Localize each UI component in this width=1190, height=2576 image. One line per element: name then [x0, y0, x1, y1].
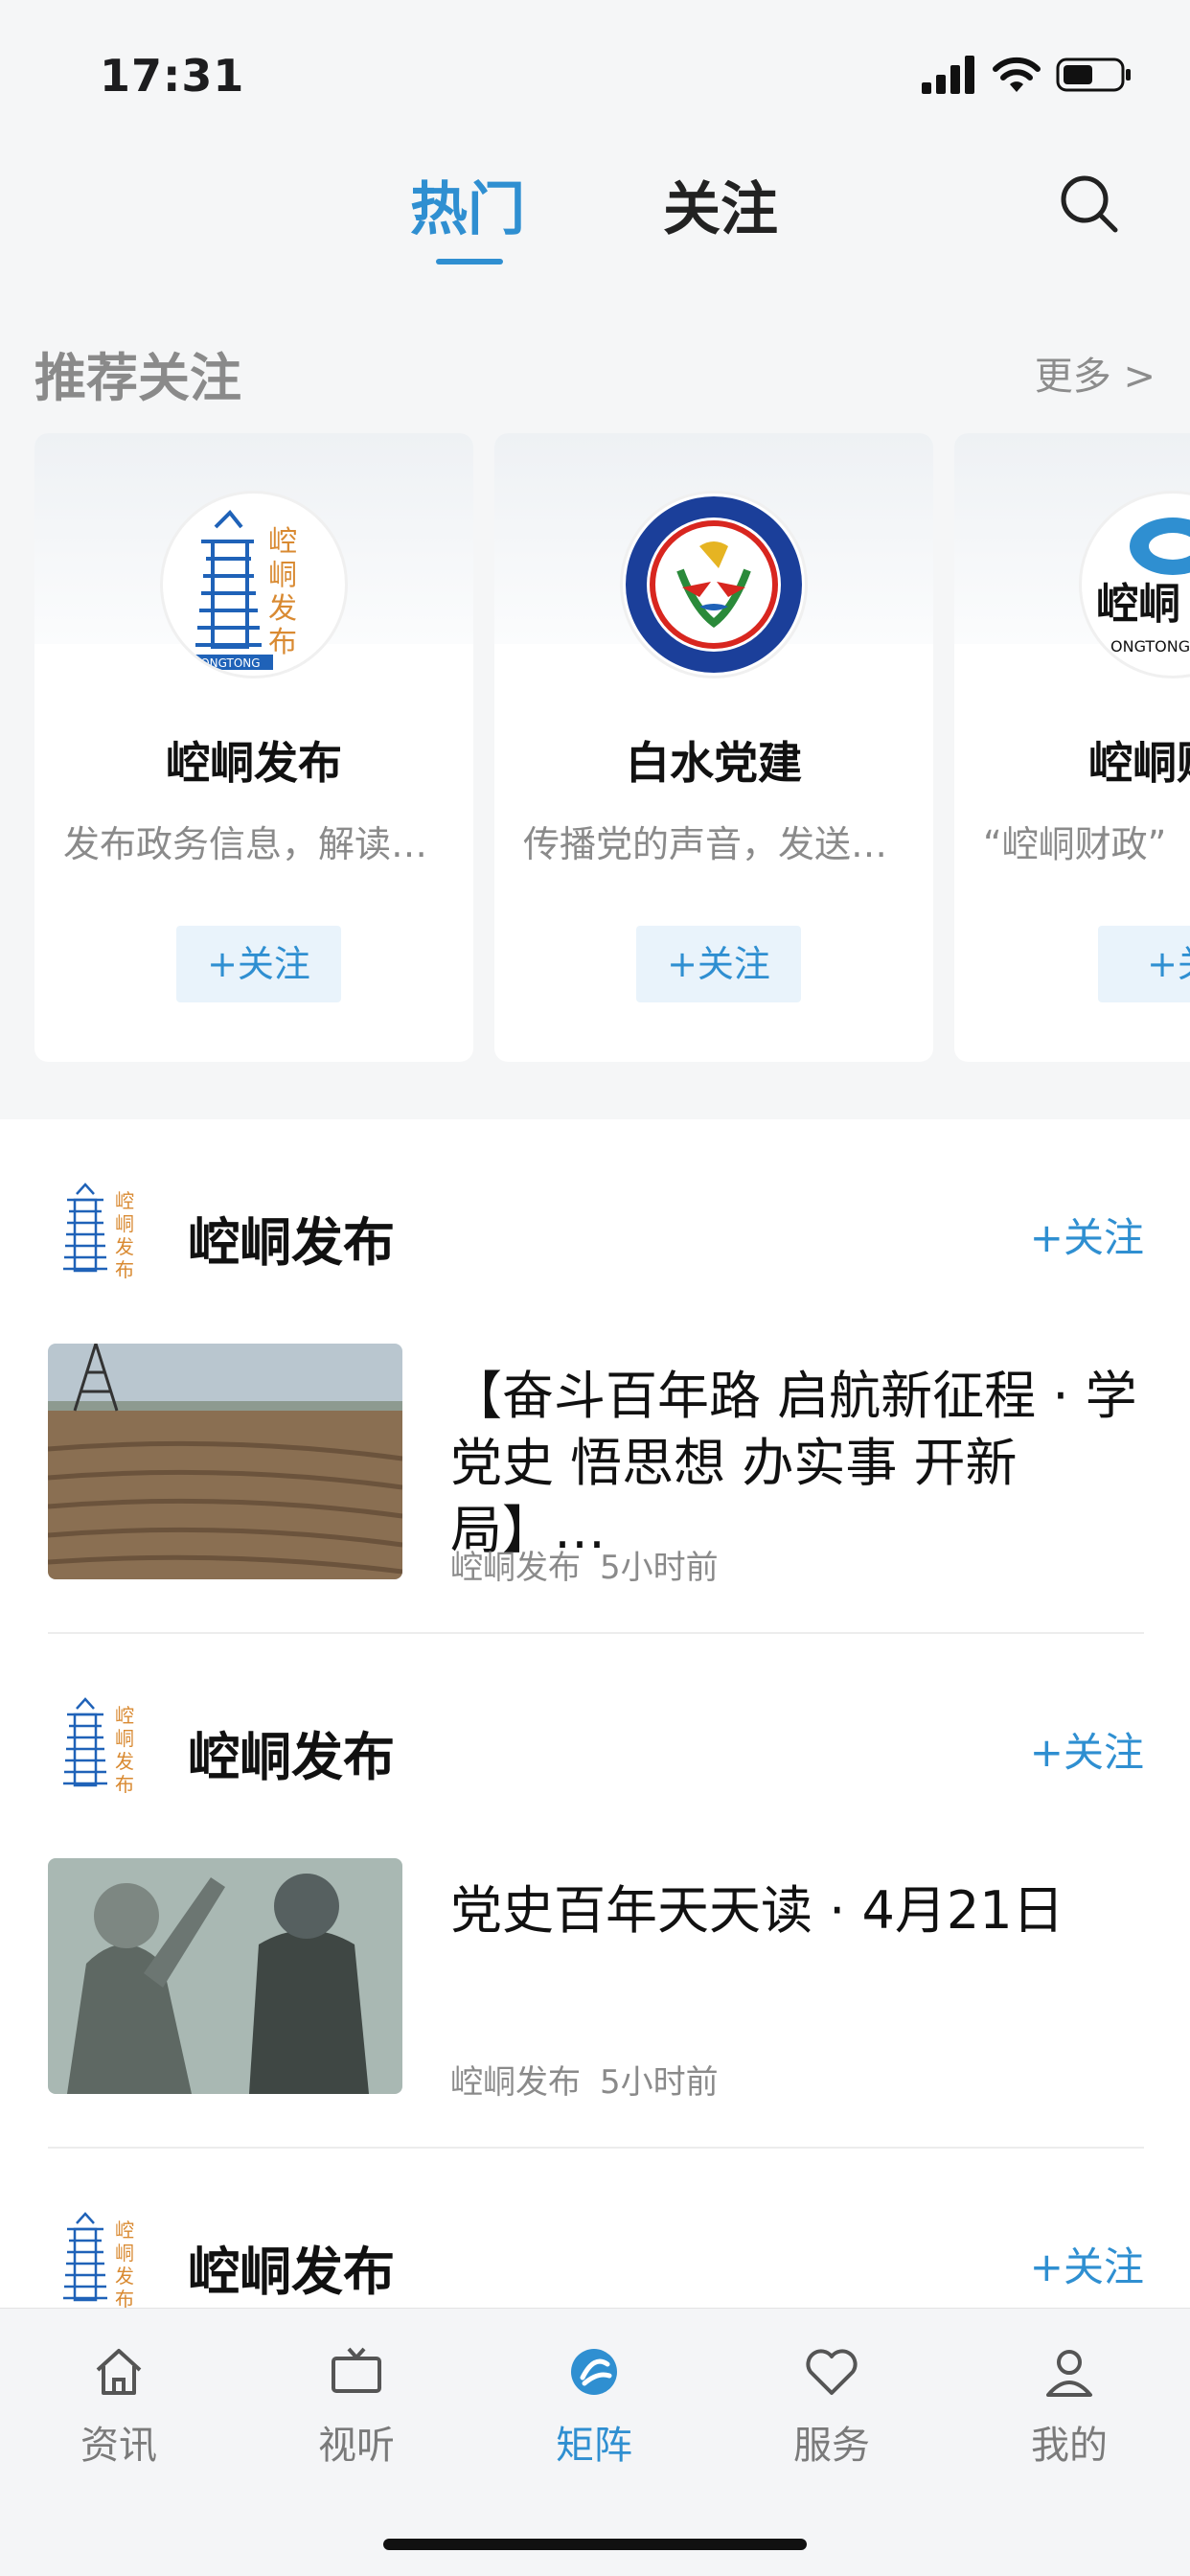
svg-text:峒: 峒 — [115, 2242, 134, 2265]
account-logo — [620, 491, 808, 678]
recommend-more-link[interactable]: 更多 > — [1035, 345, 1156, 401]
tab-follow[interactable]: 关注 — [663, 163, 778, 246]
follow-button[interactable]: +关 — [1098, 926, 1190, 1002]
recommend-card[interactable]: 崆 峒 发 布 KONGTONG 崆峒发布 发布政务信息，解读… +关注 — [34, 433, 473, 1062]
recommend-card[interactable]: 崆峒 ONGTONG 崆峒财 “崆峒财政” +关 — [954, 433, 1190, 1062]
feed-list: 崆 峒 发 布 崆峒发布 +关注 【奋斗百年路 启航新征程 · 学党史 悟思想 … — [0, 1119, 1190, 2308]
recommend-card[interactable]: 白水党建 传播党的声音，发送… +关注 — [494, 433, 933, 1062]
svg-text:发: 发 — [115, 1750, 134, 1773]
svg-text:峒: 峒 — [268, 559, 297, 592]
heart-icon — [806, 2349, 858, 2395]
card-account-desc: 传播党的声音，发送… — [523, 823, 888, 865]
svg-text:布: 布 — [115, 1773, 134, 1796]
svg-text:崆: 崆 — [115, 1189, 134, 1212]
follow-button[interactable]: +关注 — [1030, 1720, 1144, 1779]
tabbar-item-service[interactable]: 服务 — [755, 2343, 908, 2470]
tab-hot[interactable]: 热门 — [410, 163, 525, 246]
recommend-header: 推荐关注 更多 > — [34, 335, 1156, 412]
feed-item[interactable]: 崆 峒 发 布 崆峒发布 +关注 — [0, 2149, 1190, 2308]
article-source: 崆峒发布 — [450, 2063, 581, 2102]
svg-text:ONGTONG: ONGTONG — [1110, 637, 1190, 656]
svg-text:布: 布 — [268, 626, 297, 659]
status-time: 17:31 — [100, 50, 245, 102]
svg-text:发: 发 — [268, 592, 297, 626]
tabbar-item-mine[interactable]: 我的 — [993, 2343, 1146, 2470]
pagoda-logo-icon: 崆 峒 发 布 — [63, 1697, 134, 1796]
status-bar: 17:31 — [0, 0, 1190, 144]
feed-account-name[interactable]: 崆峒发布 — [188, 2229, 395, 2305]
active-tab-indicator — [436, 259, 503, 264]
recommend-title: 推荐关注 — [34, 348, 241, 408]
wifi-icon — [993, 57, 1041, 92]
search-icon — [1061, 175, 1118, 233]
tv-icon — [332, 2347, 381, 2393]
pagoda-logo-icon: 崆 峒 发 布 — [63, 1183, 134, 1281]
follow-button[interactable]: +关注 — [1030, 2235, 1144, 2293]
tabbar-item-media[interactable]: 视听 — [280, 2343, 433, 2470]
svg-text:发: 发 — [115, 1235, 134, 1258]
svg-text:峒: 峒 — [115, 1212, 134, 1235]
article-title[interactable]: 【奋斗百年路 启航新征程 · 学党史 悟思想 办实事 开新局】… — [450, 1363, 1150, 1564]
svg-text:崆: 崆 — [115, 1704, 134, 1727]
svg-text:布: 布 — [115, 1258, 134, 1281]
tabbar-item-matrix[interactable]: 矩阵 — [517, 2343, 671, 2470]
article-title[interactable]: 党史百年天天读 · 4月21日 — [450, 1877, 1150, 1944]
follow-button[interactable]: +关注 — [1030, 1206, 1144, 1264]
party-building-badge-icon — [626, 496, 802, 673]
search-button[interactable] — [1056, 171, 1123, 238]
field-photo — [48, 1344, 402, 1579]
svg-text:峒: 峒 — [115, 1727, 134, 1750]
article-time: 5小时前 — [600, 1549, 719, 1587]
status-icons — [922, 56, 1133, 94]
pagoda-logo-icon: 崆 峒 发 布 KONGTONG — [187, 510, 297, 670]
card-account-desc: “崆峒财政” — [983, 823, 1167, 865]
feed-account-name[interactable]: 崆峒发布 — [188, 1714, 395, 1790]
feed-account-name[interactable]: 崆峒发布 — [188, 1200, 395, 1276]
tabbar-label: 矩阵 — [556, 2424, 632, 2468]
svg-text:崆: 崆 — [115, 2219, 134, 2242]
article-source: 崆峒发布 — [450, 1549, 581, 1587]
follow-button[interactable]: +关注 — [636, 926, 801, 1002]
article-time: 5小时前 — [600, 2063, 719, 2102]
article-meta: 崆峒发布 5小时前 — [450, 1541, 719, 1588]
article-thumbnail[interactable] — [48, 1344, 402, 1579]
svg-text:发: 发 — [115, 2265, 134, 2288]
svg-text:崆峒: 崆峒 — [1096, 580, 1180, 629]
card-account-name: 崆峒发布 — [166, 737, 342, 789]
pagoda-logo-icon: 崆 峒 发 布 — [63, 2212, 134, 2308]
card-account-desc: 发布政务信息，解读… — [63, 823, 428, 865]
home-icon — [96, 2349, 142, 2395]
tabbar-label: 我的 — [1031, 2424, 1108, 2468]
home-indicator[interactable] — [383, 2539, 807, 2550]
feed-item[interactable]: 崆 峒 发 布 崆峒发布 +关注 【奋斗百年路 启航新征程 · 学党史 悟思想 … — [0, 1119, 1190, 1634]
battery-icon — [1056, 58, 1131, 92]
recommend-card-row[interactable]: 崆 峒 发 布 KONGTONG 崆峒发布 发布政务信息，解读… +关注 白水党… — [34, 433, 1190, 1066]
card-account-name: 崆峒财 — [1088, 737, 1190, 789]
signal-icon — [922, 56, 974, 94]
top-tabs: 热门 关注 — [0, 144, 1190, 278]
feed-item[interactable]: 崆 峒 发 布 崆峒发布 +关注 党史百年天天读 · 4月21日 崆峒发布 5小时… — [0, 1634, 1190, 2149]
matrix-logo-icon — [571, 2349, 617, 2395]
historical-photo — [48, 1858, 402, 2094]
follow-button[interactable]: +关注 — [176, 926, 341, 1002]
tabbar-item-news[interactable]: 资讯 — [42, 2343, 195, 2470]
article-thumbnail[interactable] — [48, 1858, 402, 2094]
user-icon — [1046, 2350, 1092, 2397]
account-logo: 崆 峒 发 布 KONGTONG — [160, 491, 348, 678]
article-meta: 崆峒发布 5小时前 — [450, 2056, 719, 2103]
logo-lettering: 崆 — [268, 525, 297, 559]
card-account-name: 白水党建 — [626, 737, 802, 789]
svg-text:布: 布 — [115, 2288, 134, 2308]
tabbar-label: 视听 — [318, 2424, 395, 2468]
bottom-tab-bar: 资讯 视听 矩阵 服务 我的 — [0, 2308, 1190, 2576]
tabbar-label: 资讯 — [80, 2424, 157, 2468]
svg-text:KONGTONG: KONGTONG — [194, 656, 261, 670]
tabbar-label: 服务 — [793, 2424, 870, 2468]
